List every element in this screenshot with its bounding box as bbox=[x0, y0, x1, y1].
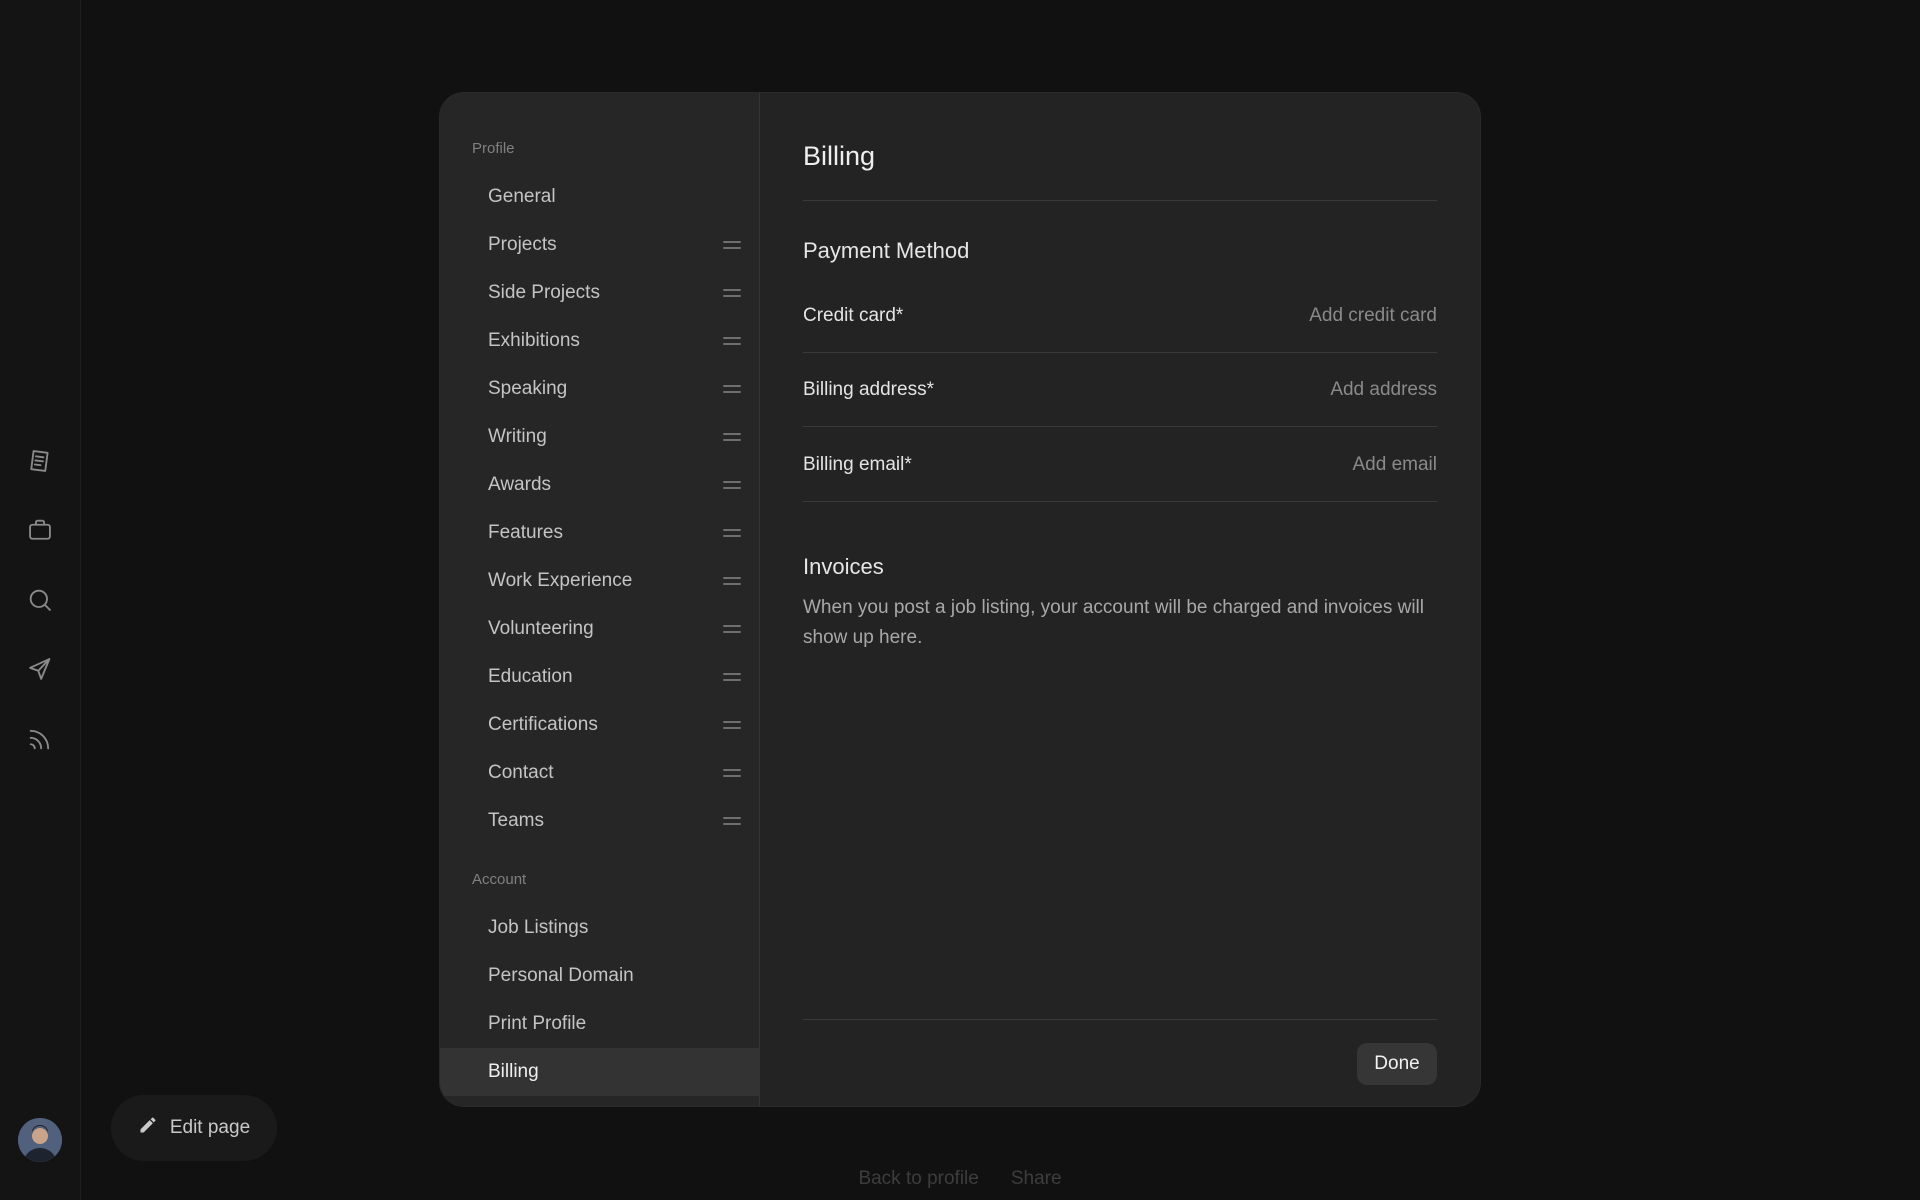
nav-item-label: Education bbox=[488, 666, 573, 687]
briefcase-icon[interactable] bbox=[24, 514, 56, 546]
section-label-account: Account bbox=[472, 871, 527, 888]
nav-item-contact[interactable]: Contact bbox=[440, 749, 759, 797]
nav-item-label: Certifications bbox=[488, 714, 598, 735]
add-email-link[interactable]: Add email bbox=[1353, 454, 1438, 476]
nav-item-awards[interactable]: Awards bbox=[440, 461, 759, 509]
section-label-profile: Profile bbox=[472, 140, 515, 157]
title-divider bbox=[803, 200, 1437, 201]
pencil-icon bbox=[138, 1115, 158, 1141]
edit-page-button[interactable]: Edit page bbox=[111, 1095, 277, 1161]
nav-item-label: Billing bbox=[488, 1061, 539, 1082]
done-button[interactable]: Done bbox=[1357, 1043, 1437, 1085]
edit-page-label: Edit page bbox=[169, 1117, 251, 1138]
nav-item-features[interactable]: Features bbox=[440, 509, 759, 557]
nav-item-speaking[interactable]: Speaking bbox=[440, 365, 759, 413]
payment-method-heading: Payment Method bbox=[803, 238, 970, 263]
nav-item-label: Projects bbox=[488, 234, 557, 255]
billing-content: Billing Payment Method Credit card* Add … bbox=[803, 93, 1437, 1106]
left-rail bbox=[0, 0, 81, 1200]
nav-item-side-projects[interactable]: Side Projects bbox=[440, 269, 759, 317]
drag-handle-icon[interactable] bbox=[723, 719, 741, 731]
nav-item-job-listings[interactable]: Job Listings bbox=[440, 904, 759, 952]
drag-handle-icon[interactable] bbox=[723, 479, 741, 491]
nav-item-projects[interactable]: Projects bbox=[440, 221, 759, 269]
nav-item-label: Features bbox=[488, 522, 563, 543]
nav-item-print-profile[interactable]: Print Profile bbox=[440, 1000, 759, 1048]
drag-handle-icon[interactable] bbox=[723, 767, 741, 779]
nav-item-label: Print Profile bbox=[488, 1013, 587, 1034]
footer-divider bbox=[803, 1019, 1437, 1020]
nav-item-label: Volunteering bbox=[488, 618, 594, 639]
nav-item-label: General bbox=[488, 186, 556, 207]
send-icon[interactable] bbox=[24, 653, 56, 685]
credit-card-label: Credit card* bbox=[803, 304, 904, 326]
back-to-profile-link[interactable]: Back to profile bbox=[858, 1168, 978, 1190]
drag-handle-icon[interactable] bbox=[723, 287, 741, 299]
nav-item-certifications[interactable]: Certifications bbox=[440, 701, 759, 749]
drag-handle-icon[interactable] bbox=[723, 431, 741, 443]
credit-card-row: Credit card* Add credit card bbox=[803, 279, 1437, 353]
nav-item-label: Work Experience bbox=[488, 570, 633, 591]
nav-item-personal-domain[interactable]: Personal Domain bbox=[440, 952, 759, 1000]
footer-links: Back to profile Share bbox=[0, 1168, 1920, 1190]
add-address-link[interactable]: Add address bbox=[1330, 379, 1437, 401]
drag-handle-icon[interactable] bbox=[723, 383, 741, 395]
search-icon[interactable] bbox=[24, 584, 56, 616]
billing-address-row: Billing address* Add address bbox=[803, 353, 1437, 427]
nav-item-label: Speaking bbox=[488, 378, 568, 399]
nav-item-label: Personal Domain bbox=[488, 965, 634, 986]
nav-item-label: Teams bbox=[488, 810, 544, 831]
billing-address-label: Billing address* bbox=[803, 378, 934, 400]
billing-email-row: Billing email* Add email bbox=[803, 428, 1437, 502]
nav-item-label: Job Listings bbox=[488, 917, 589, 938]
nav-item-education[interactable]: Education bbox=[440, 653, 759, 701]
invoices-description: When you post a job listing, your accoun… bbox=[803, 597, 1424, 648]
nav-item-exhibitions[interactable]: Exhibitions bbox=[440, 317, 759, 365]
nav-item-label: Exhibitions bbox=[488, 330, 580, 351]
nav-item-label: Awards bbox=[488, 474, 552, 495]
add-credit-card-link[interactable]: Add credit card bbox=[1309, 305, 1437, 327]
drag-handle-icon[interactable] bbox=[723, 239, 741, 251]
nav-item-label: Side Projects bbox=[488, 282, 600, 303]
nav-item-writing[interactable]: Writing bbox=[440, 413, 759, 461]
drag-handle-icon[interactable] bbox=[723, 671, 741, 683]
nav-item-work-experience[interactable]: Work Experience bbox=[440, 557, 759, 605]
drag-handle-icon[interactable] bbox=[723, 335, 741, 347]
page-title: Billing bbox=[803, 141, 876, 171]
billing-email-label: Billing email* bbox=[803, 453, 912, 475]
drag-handle-icon[interactable] bbox=[723, 575, 741, 587]
settings-modal: Profile General Projects Side Projects E… bbox=[440, 93, 1480, 1106]
settings-sidebar: Profile General Projects Side Projects E… bbox=[440, 93, 760, 1106]
invoices-heading: Invoices bbox=[803, 554, 884, 579]
share-link[interactable]: Share bbox=[1011, 1168, 1062, 1190]
nav-item-label: Writing bbox=[488, 426, 547, 447]
nav-item-volunteering[interactable]: Volunteering bbox=[440, 605, 759, 653]
drag-handle-icon[interactable] bbox=[723, 527, 741, 539]
drag-handle-icon[interactable] bbox=[723, 815, 741, 827]
drag-handle-icon[interactable] bbox=[723, 623, 741, 635]
document-icon[interactable] bbox=[24, 445, 56, 477]
nav-item-billing[interactable]: Billing bbox=[440, 1048, 759, 1096]
nav-item-general[interactable]: General bbox=[440, 173, 759, 221]
nav-item-teams[interactable]: Teams bbox=[440, 797, 759, 845]
rss-icon[interactable] bbox=[24, 723, 56, 755]
nav-item-label: Contact bbox=[488, 762, 554, 783]
avatar[interactable] bbox=[18, 1118, 62, 1162]
